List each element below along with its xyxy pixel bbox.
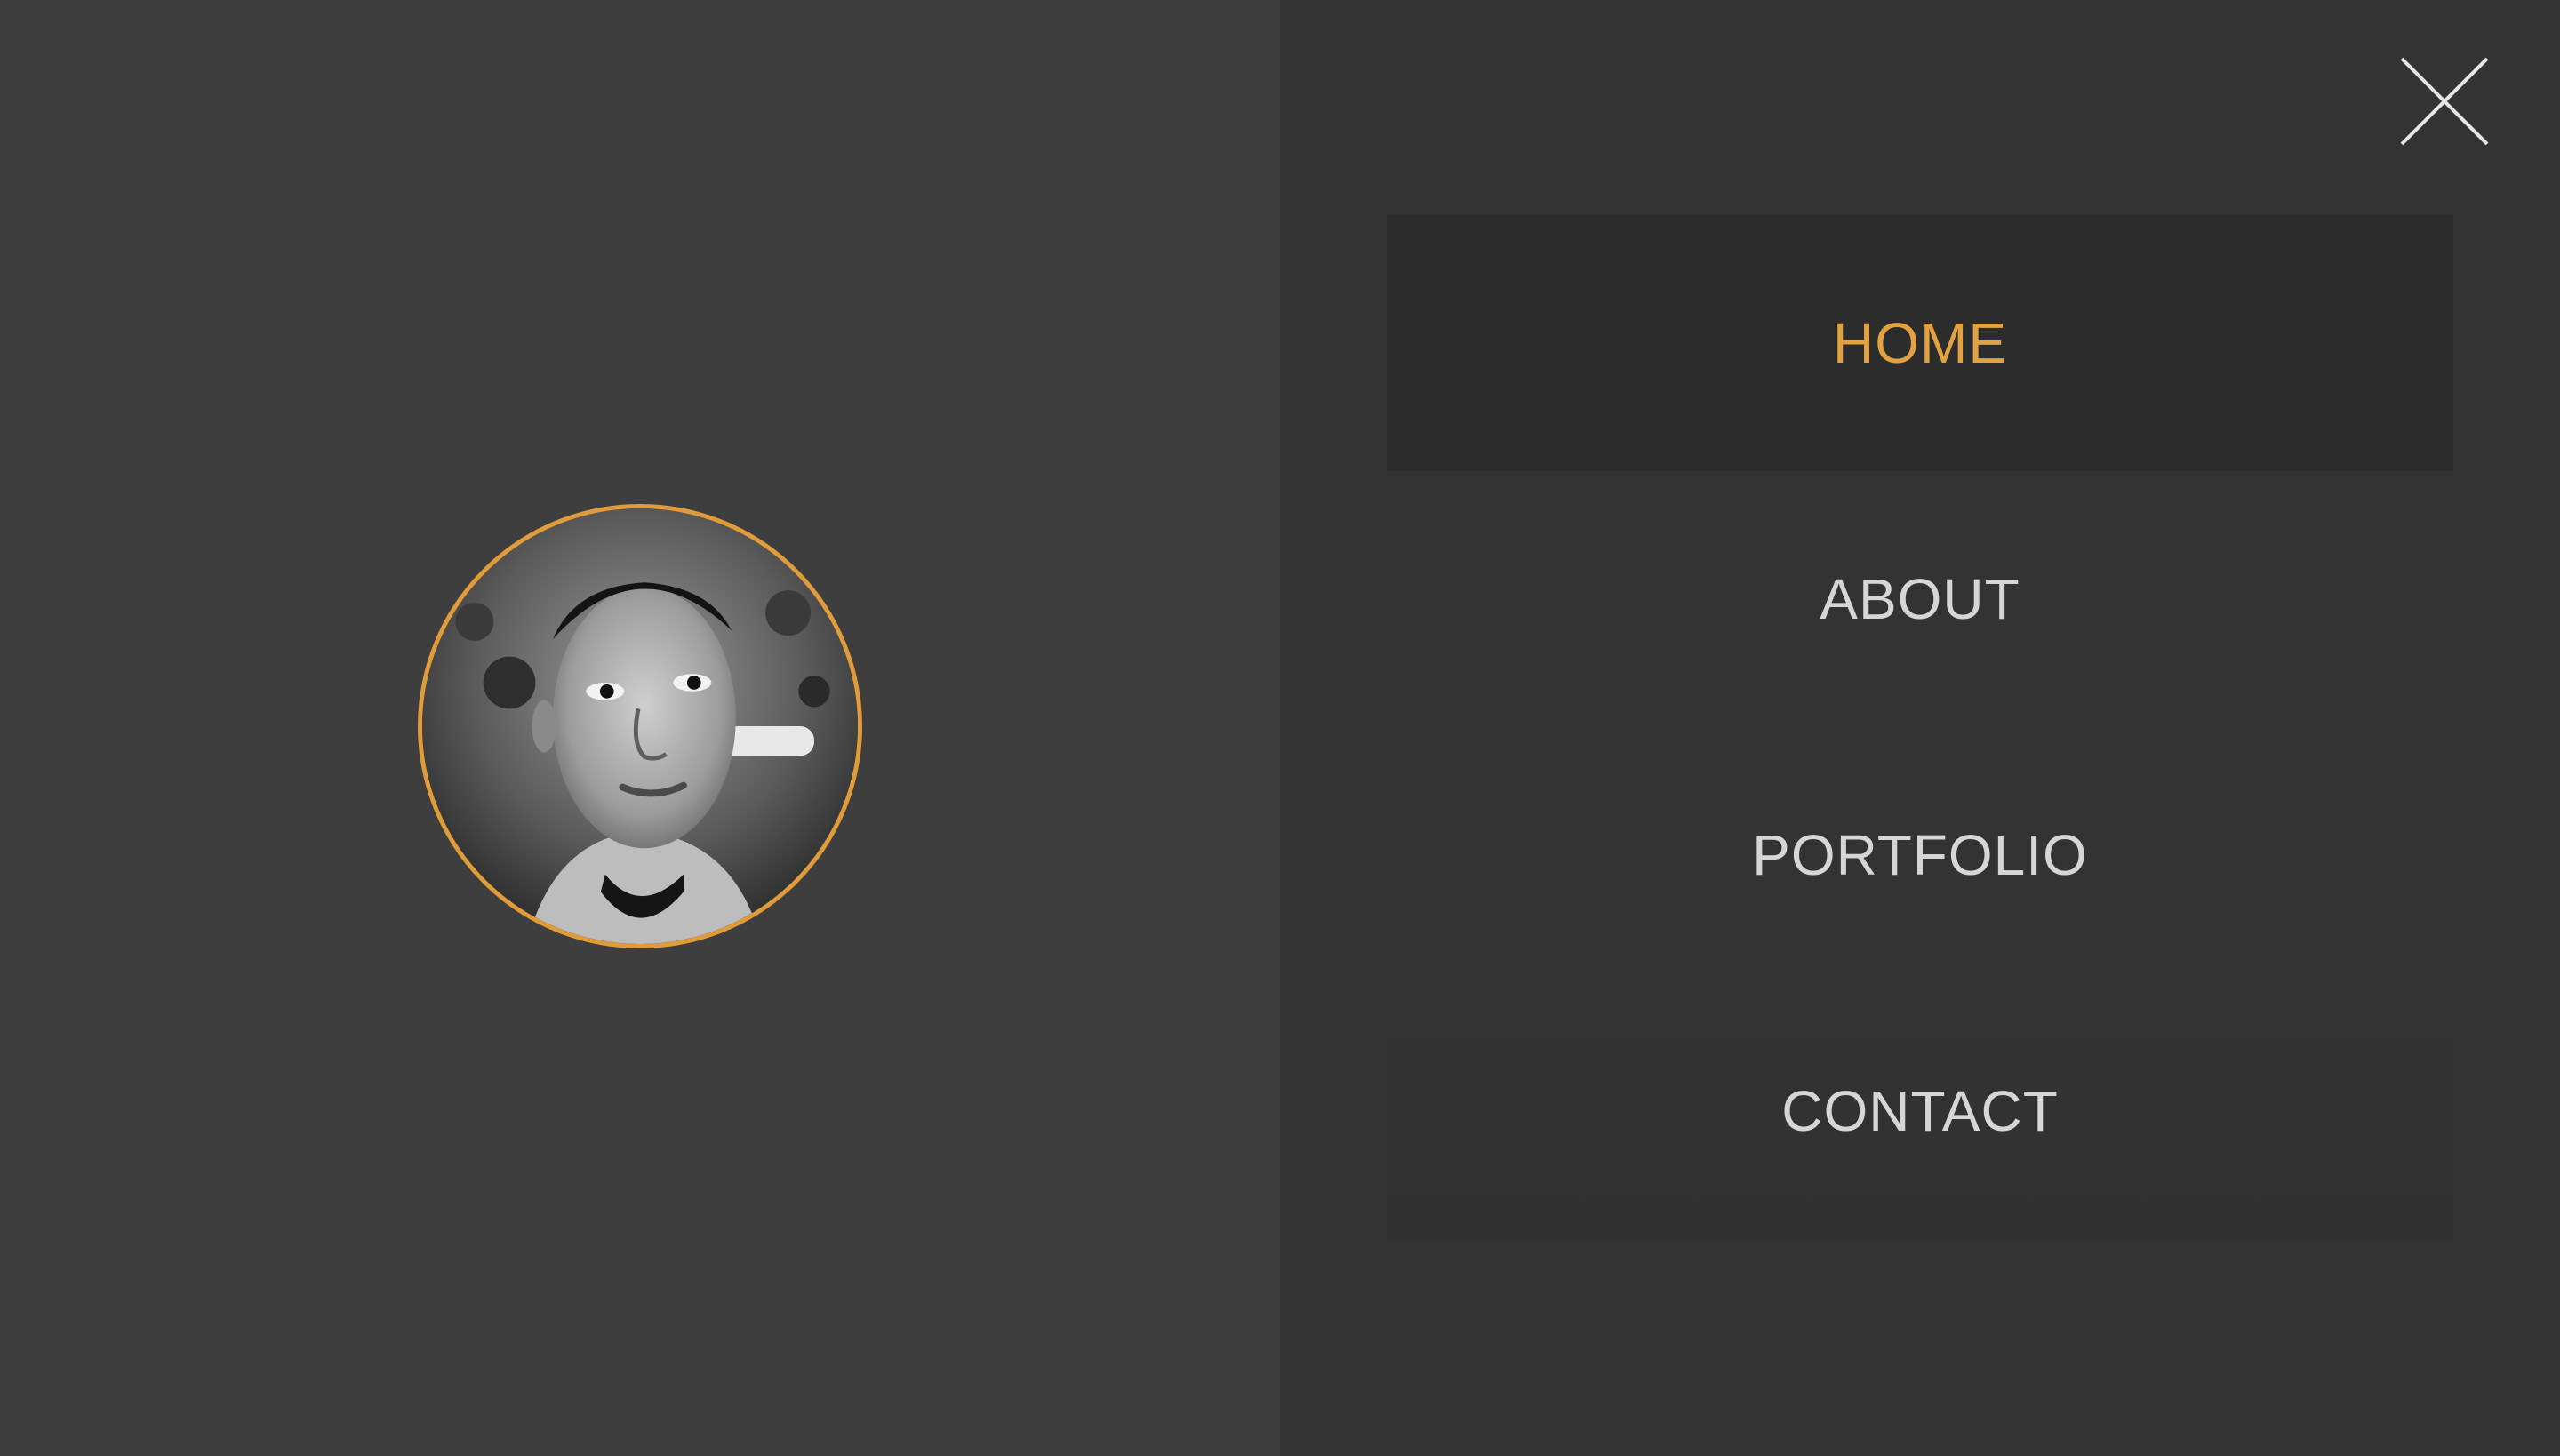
close-icon [2400,57,2489,146]
avatar-photo [422,508,858,944]
close-button[interactable] [2398,55,2491,148]
background-page [0,0,1280,1456]
nav-item-about[interactable]: ABOUT [1387,471,2453,727]
nav-item-label: CONTACT [1781,1079,2059,1143]
nav-menu: HOME ABOUT PORTFOLIO CONTACT [1387,215,2453,1239]
nav-item-contact[interactable]: CONTACT [1387,983,2453,1239]
avatar [418,504,862,948]
navigation-panel: HOME ABOUT PORTFOLIO CONTACT [1280,0,2560,1456]
nav-item-label: PORTFOLIO [1752,823,2088,887]
page: HOME ABOUT PORTFOLIO CONTACT [0,0,2560,1456]
nav-item-label: ABOUT [1820,567,2020,631]
nav-item-label: HOME [1833,311,2007,375]
nav-item-portfolio[interactable]: PORTFOLIO [1387,727,2453,983]
nav-item-home[interactable]: HOME [1387,215,2453,471]
